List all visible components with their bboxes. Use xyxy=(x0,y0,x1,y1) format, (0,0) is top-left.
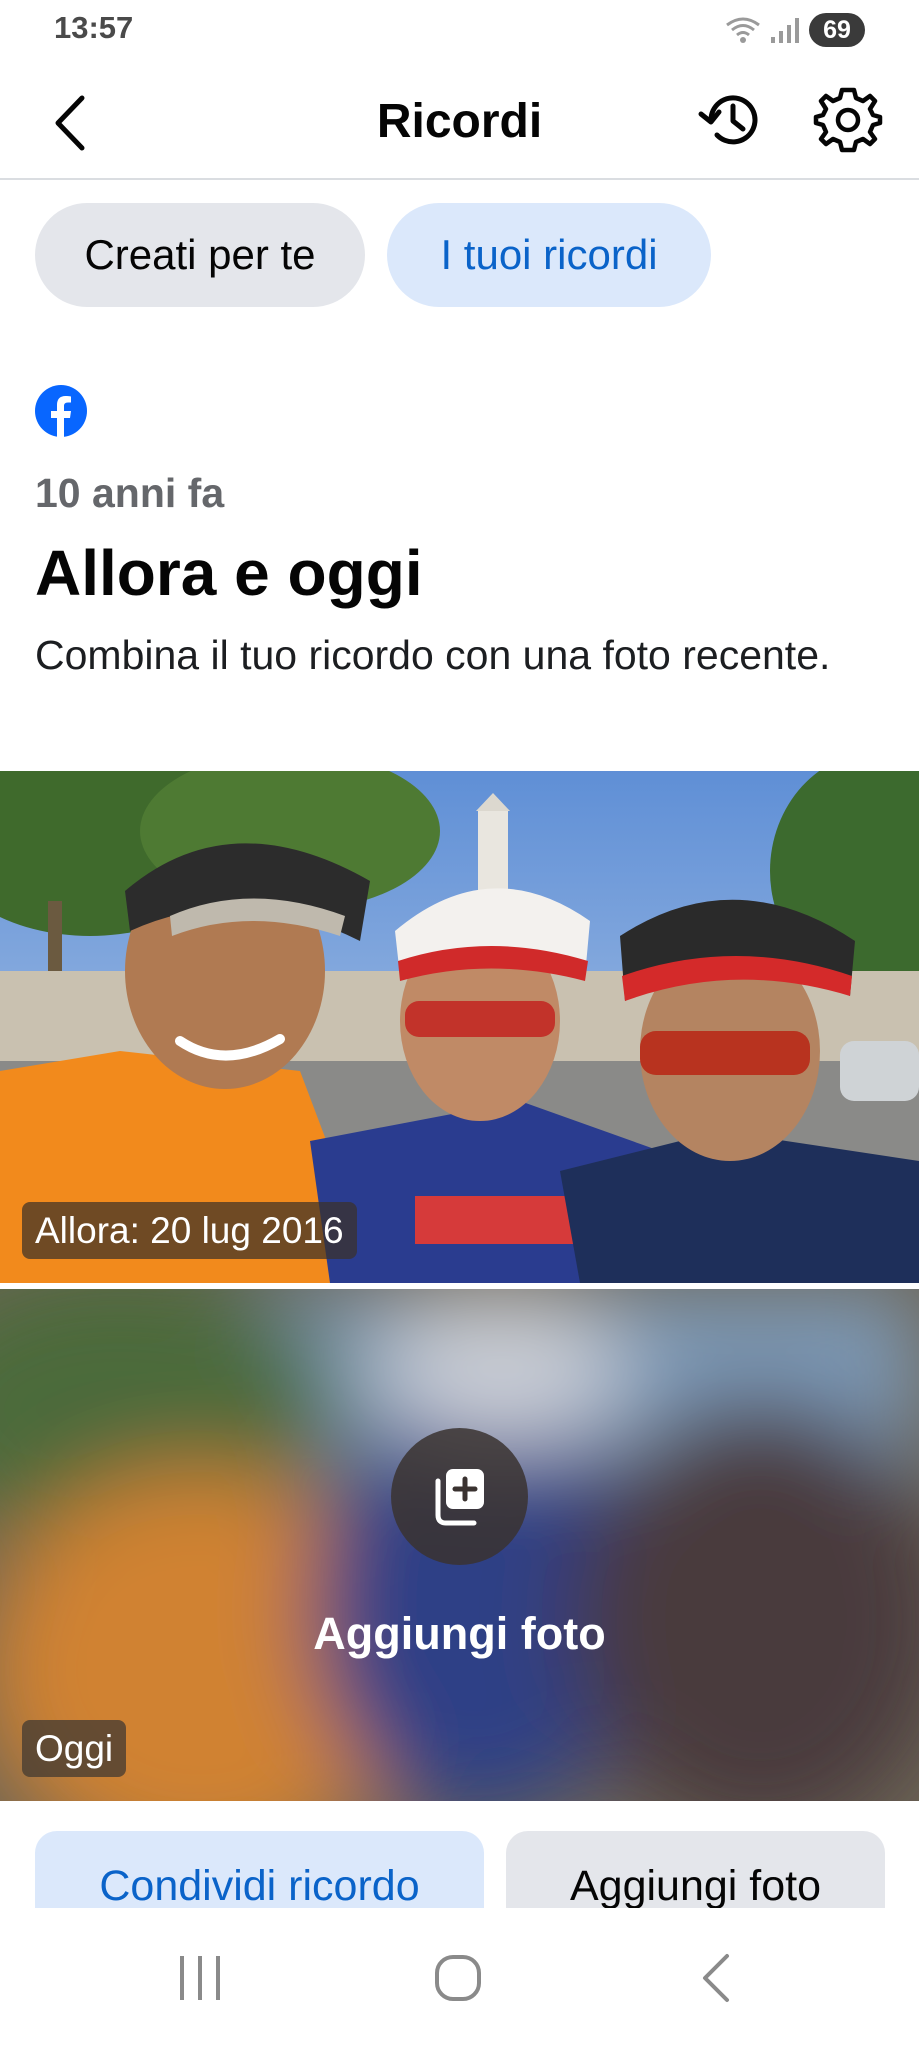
add-photo-icon xyxy=(435,1468,484,1525)
status-time: 13:57 xyxy=(54,10,134,45)
battery-icon: 69 xyxy=(809,13,865,47)
add-photo-circle-button[interactable] xyxy=(391,1428,528,1565)
years-ago-label: 10 anni fa xyxy=(35,470,225,516)
gear-icon xyxy=(813,87,883,153)
back-icon[interactable] xyxy=(695,1952,735,2004)
signal-icon xyxy=(771,18,799,43)
today-label: Oggi xyxy=(22,1720,127,1777)
tab-your-memories[interactable]: I tuoi ricordi xyxy=(387,203,711,307)
settings-button[interactable] xyxy=(812,84,884,156)
memory-title: Allora e oggi xyxy=(35,537,423,609)
memories-history-button[interactable] xyxy=(697,84,769,156)
memory-description: Combina il tuo ricordo con una foto rece… xyxy=(35,632,831,678)
wifi-icon xyxy=(726,17,760,43)
header: Ricordi xyxy=(0,64,919,180)
navigation-bar xyxy=(0,1908,919,2048)
then-date-label: Allora: 20 lug 2016 xyxy=(22,1202,357,1259)
tab-created-for-you[interactable]: Creati per te xyxy=(35,203,365,307)
status-bar: 13:57 69 xyxy=(0,0,919,64)
home-icon[interactable] xyxy=(433,1953,483,2003)
history-clock-icon xyxy=(698,95,758,145)
recents-icon[interactable] xyxy=(175,1954,225,2002)
facebook-logo-icon xyxy=(35,385,87,437)
status-icons: 69 xyxy=(725,12,865,48)
add-photo-prompt[interactable]: Aggiungi foto xyxy=(0,1608,919,1660)
page-title: Ricordi xyxy=(376,95,543,148)
